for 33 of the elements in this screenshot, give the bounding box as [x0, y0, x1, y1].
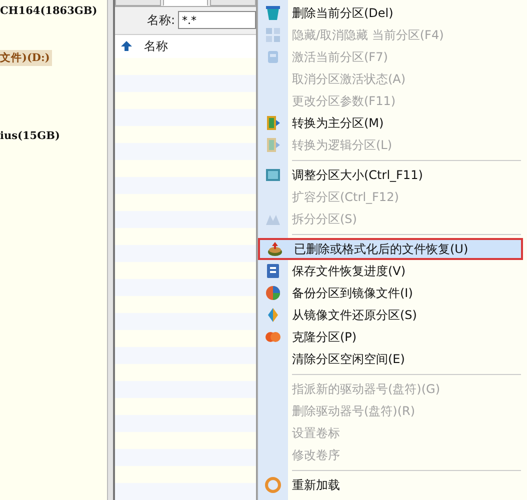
menu-item[interactable]: 删除当前分区(Del) — [258, 2, 523, 24]
menu-item[interactable]: 清除分区空闲空间(E) — [258, 348, 523, 370]
tab[interactable] — [162, 0, 208, 6]
sort-up-icon — [121, 40, 132, 52]
twin-discs-icon — [265, 329, 281, 345]
recover-icon — [267, 241, 283, 257]
filter-field[interactable]: *.* — [178, 11, 256, 30]
book-icon — [265, 137, 281, 153]
ball-icon — [265, 285, 281, 301]
tree-item[interactable]: ius(15GB) — [0, 129, 62, 143]
splitter-bar[interactable] — [107, 0, 115, 500]
tree-item[interactable]: 文件)(D:) — [0, 50, 52, 66]
menu-item[interactable]: 重新加载 — [258, 474, 523, 496]
grid-icon — [265, 27, 281, 43]
document-icon — [265, 263, 281, 279]
tab[interactable] — [115, 0, 161, 6]
resize-icon — [265, 167, 281, 183]
filter-label: 名称: — [146, 12, 175, 29]
ring-icon — [265, 477, 281, 493]
menu-item[interactable]: 备份分区到镜像文件(I) — [258, 282, 523, 304]
menu-item[interactable]: 转换为主分区(M) — [258, 112, 523, 134]
menu-item[interactable]: 保存文件恢复进度(V) — [258, 260, 523, 282]
drive-icon — [265, 49, 281, 65]
book-icon — [265, 115, 281, 131]
diamond-icon — [265, 307, 281, 323]
menu-item[interactable]: 调整分区大小(Ctrl_F11) — [258, 164, 523, 186]
column-header[interactable]: 名称 — [144, 38, 168, 55]
trash-icon — [265, 5, 281, 21]
menu-item[interactable]: 已删除或格式化后的文件恢复(U) — [258, 238, 523, 260]
menu-item[interactable]: 克隆分区(P) — [258, 326, 523, 348]
tab[interactable] — [210, 0, 256, 6]
menu-item[interactable]: 从镜像文件还原分区(S) — [258, 304, 523, 326]
tree-item[interactable]: CH164(1863GB) — [0, 4, 100, 18]
